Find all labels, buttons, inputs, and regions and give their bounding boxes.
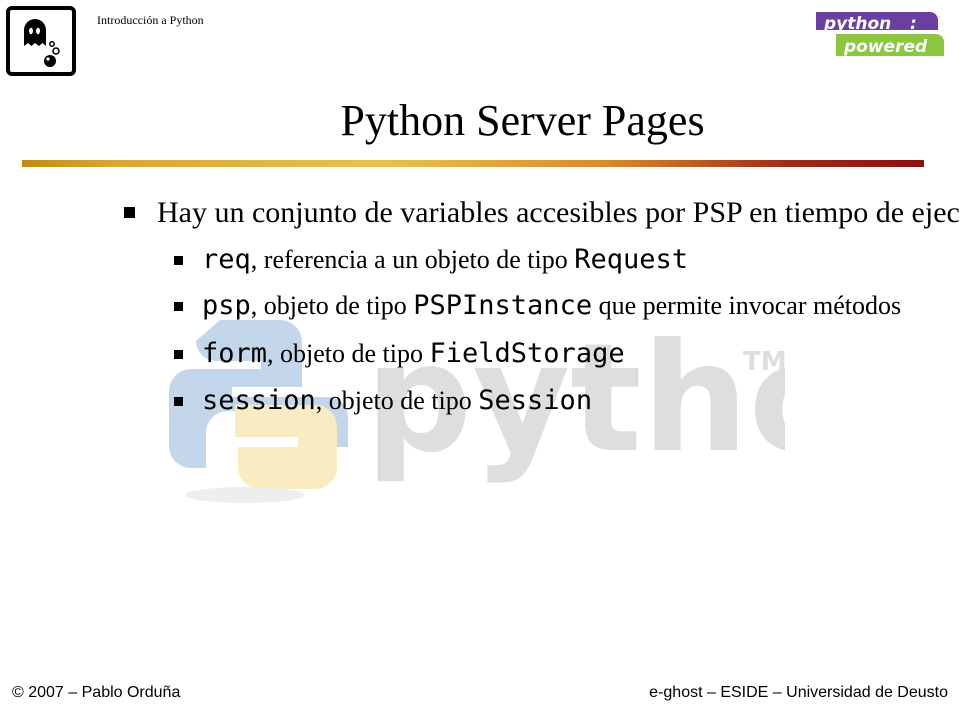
- bullet-square-icon: [174, 301, 183, 311]
- main-bullet: Hay un conjunto de variables accesibles …: [124, 196, 960, 230]
- footer-copyright: © 2007 – Pablo Orduña: [12, 684, 181, 701]
- bullet-square-icon: [174, 255, 183, 265]
- code-var: session: [202, 385, 316, 416]
- sub-bullet-tail: que permite invocar métodos: [592, 291, 902, 320]
- bullet-square-icon: [174, 349, 183, 359]
- code-type: FieldStorage: [429, 338, 625, 369]
- code-type: PSPInstance: [413, 290, 593, 321]
- bullet-square-icon: [124, 206, 135, 218]
- sub-bullet-req: req, referencia a un objeto de tipo Requ…: [174, 244, 688, 275]
- sub-bullet-text: , objeto de tipo: [315, 386, 479, 415]
- sub-bullet-psp: psp, objeto de tipo PSPInstance que perm…: [174, 290, 901, 321]
- code-type: Session: [478, 385, 593, 416]
- code-type: Request: [574, 244, 688, 275]
- code-var: form: [202, 338, 268, 369]
- code-var: req: [202, 244, 251, 275]
- sub-bullet-form: form, objeto de tipo FieldStorage: [174, 338, 625, 369]
- bullet-square-icon: [174, 396, 183, 406]
- footer-organization: e-ghost – ESIDE – Universidad de Deusto: [649, 684, 948, 701]
- sub-bullet-text: , objeto de tipo: [267, 339, 430, 368]
- slide-content: Hay un conjunto de variables accesibles …: [0, 0, 960, 720]
- main-bullet-text: Hay un conjunto de variables accesibles …: [157, 196, 960, 229]
- sub-bullet-text: , referencia a un objeto de tipo: [250, 245, 575, 274]
- sub-bullet-text: , objeto de tipo: [250, 291, 414, 320]
- code-var: psp: [202, 290, 251, 321]
- sub-bullet-session: session, objeto de tipo Session: [174, 385, 592, 416]
